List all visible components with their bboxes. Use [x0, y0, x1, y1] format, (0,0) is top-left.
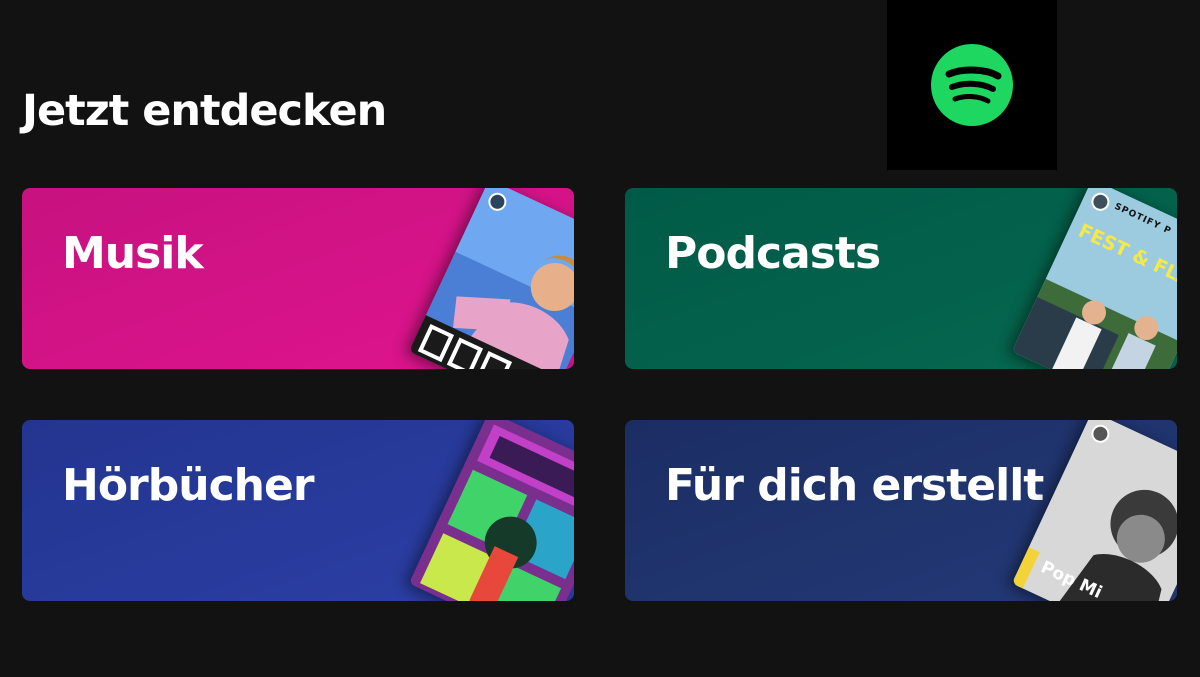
category-card-fuer-dich-erstellt[interactable]: Für dich erstellt Pop Mi	[625, 420, 1177, 601]
music-cover-art	[408, 188, 574, 369]
spotify-logo-icon	[931, 44, 1013, 126]
category-card-podcasts[interactable]: Podcasts SPOTIFY P FEST & FLAU	[625, 188, 1177, 369]
spotify-logo	[887, 0, 1057, 170]
category-card-label: Musik	[62, 228, 204, 279]
audiobook-cover-art	[408, 420, 574, 601]
category-card-musik[interactable]: Musik	[22, 188, 574, 369]
section-title: Jetzt entdecken	[22, 86, 387, 136]
category-card-label: Für dich erstellt	[665, 460, 1044, 511]
category-card-label: Podcasts	[665, 228, 881, 279]
browse-page: Jetzt entdecken Musik Podcasts SPOTIFY P…	[0, 0, 1200, 677]
category-card-hoerbuecher[interactable]: Hörbücher	[22, 420, 574, 601]
category-card-label: Hörbücher	[62, 460, 315, 511]
podcast-cover-art: SPOTIFY P FEST & FLAU	[1011, 188, 1177, 369]
